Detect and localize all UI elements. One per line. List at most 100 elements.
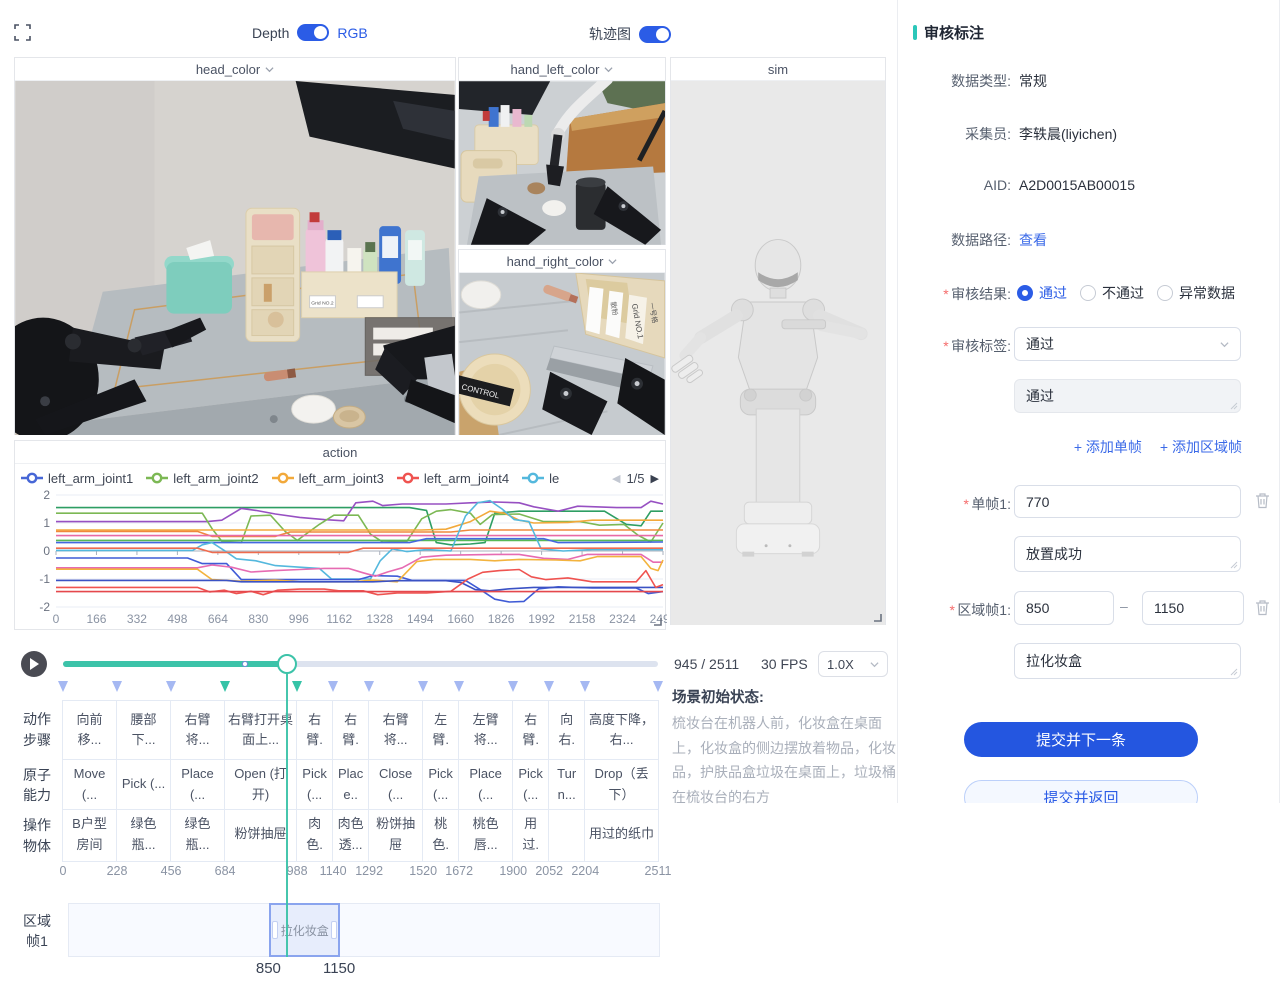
step-marker[interactable] [328, 681, 338, 692]
region-frame-track[interactable]: 拉化妆盒 [68, 903, 660, 957]
x-tick-label: 664 [208, 612, 228, 626]
submit-and-next-button[interactable]: 提交并下一条 [964, 722, 1198, 757]
current-frame: 945 [674, 656, 697, 672]
legend-item[interactable]: left_arm_joint2 [146, 471, 258, 486]
single-frame-input[interactable] [1014, 485, 1241, 518]
row-label-objects: 操作物体 [18, 811, 56, 860]
review-tag-note-textarea[interactable]: 通过 [1014, 379, 1241, 413]
total-frames: 2511 [709, 656, 739, 672]
textarea-resize-icon[interactable] [1230, 402, 1238, 410]
region-frame-label: *区域帧1: [898, 600, 1011, 620]
action-line-chart: 210-1-2016633249866483099611621328149416… [15, 489, 667, 629]
hand-right-camera-selector[interactable]: hand_right_color [459, 250, 665, 273]
object-cell: 桃色唇... [459, 810, 512, 859]
legend-label: left_arm_joint1 [48, 471, 133, 486]
add-frame-links: + 添加单帧 + 添加区域帧 [1014, 437, 1242, 457]
step-marker[interactable] [418, 681, 428, 692]
atomic-skill-cell: Drop（丢下） [585, 760, 658, 810]
playback-slider[interactable] [63, 657, 658, 671]
scene-initial-state: 场景初始状态: 梳妆台在机器人前，化妆盒在桌面上，化妆盒的侧边摆放着物品，化妆品… [672, 686, 896, 809]
slider-handle[interactable] [277, 654, 297, 674]
row-label-action-steps: 动作步骤 [18, 700, 56, 759]
legend-pager: ◀ 1/5 ▶ [612, 471, 659, 486]
legend-item[interactable]: le [522, 471, 559, 486]
x-tick-label: 332 [127, 612, 147, 626]
x-tick-label: 0 [53, 612, 60, 626]
step-marker-active[interactable] [220, 681, 230, 692]
hand-right-camera-image: Grid NO.1 散粉 一号格 CONTROL [459, 273, 665, 435]
aid-value: A2D0015AB00015 [1019, 177, 1135, 193]
textarea-resize-icon[interactable] [1230, 561, 1238, 569]
legend-item[interactable]: left_arm_joint4 [397, 471, 509, 486]
step-marker[interactable] [364, 681, 374, 692]
play-button[interactable] [21, 651, 47, 677]
step-column: 向前移...Move (...B户型房间 [63, 701, 117, 861]
step-marker[interactable] [653, 681, 663, 692]
step-marker[interactable] [58, 681, 68, 692]
head-camera-title: head_color [196, 62, 260, 77]
review-result-radio-异常数据[interactable]: 异常数据 [1157, 283, 1235, 303]
legend-marker-icon [272, 472, 294, 484]
title-accent-bar [913, 25, 917, 40]
region-frame-note-textarea[interactable]: 拉化妆盒 [1014, 643, 1241, 679]
x-tick-label: 2324 [609, 612, 636, 626]
atomic-skill-cell: Turn... [549, 760, 584, 810]
fullscreen-icon[interactable] [14, 24, 31, 41]
step-marker[interactable] [454, 681, 464, 692]
legend-prev-icon[interactable]: ◀ [612, 472, 620, 485]
step-name-cell: 右臂. [513, 701, 548, 760]
frame-axis: 0228456684988114012921520167219002052220… [63, 864, 673, 880]
step-marker[interactable] [112, 681, 122, 692]
hand-right-camera-panel: hand_right_color Grid NO.1 散粉 一号格 [458, 249, 666, 435]
speed-select[interactable]: 1.0X [818, 651, 888, 677]
region-left-handle[interactable] [272, 921, 278, 939]
review-tag-select[interactable]: 通过 [1014, 327, 1241, 361]
data-path-view-link[interactable]: 查看 [1019, 230, 1047, 250]
delete-region-frame-icon[interactable] [1255, 599, 1270, 616]
step-marker[interactable] [508, 681, 518, 692]
sim-panel: sim [670, 57, 886, 625]
resize-corner-icon[interactable] [653, 617, 662, 626]
trajectory-toggle[interactable] [639, 26, 671, 43]
x-tick-label: 2158 [569, 612, 596, 626]
single-frame-label: *单帧1: [898, 494, 1011, 514]
legend-page-indicator: 1/5 [626, 471, 644, 486]
y-tick-label: 1 [43, 516, 50, 530]
region-frame-block[interactable]: 拉化妆盒 [269, 903, 340, 957]
hand-left-camera-selector[interactable]: hand_left_color [459, 58, 665, 81]
submit-and-return-button[interactable]: 提交并返回 [964, 780, 1198, 803]
x-tick-label: 1826 [488, 612, 515, 626]
annotation-review-app: Depth RGB 轨迹图 head_color [0, 0, 1280, 987]
single-frame-note-textarea[interactable]: 放置成功 [1014, 536, 1241, 572]
legend-item[interactable]: left_arm_joint1 [21, 471, 133, 486]
step-marker[interactable] [166, 681, 176, 692]
review-result-radio-通过[interactable]: 通过 [1017, 283, 1067, 303]
x-tick-label: 1660 [447, 612, 474, 626]
collector-value: 李轶晨(liyichen) [1019, 124, 1117, 144]
add-region-frame-link[interactable]: + 添加区域帧 [1160, 437, 1242, 457]
panel-title: 审核标注 [913, 22, 984, 43]
step-column: 右臂将...Close (...粉饼抽屉 [369, 701, 423, 861]
review-result-radio-不通过[interactable]: 不通过 [1080, 283, 1144, 303]
step-marker-active[interactable] [292, 681, 302, 692]
resize-corner-icon[interactable] [873, 613, 882, 622]
head-camera-selector[interactable]: head_color [15, 58, 455, 81]
region-end-label: 1150 [315, 960, 363, 977]
region-start-input[interactable] [1014, 591, 1114, 625]
depth-rgb-toggle[interactable] [297, 24, 329, 41]
atomic-skill-cell: Pick (... [513, 760, 548, 810]
legend-next-icon[interactable]: ▶ [651, 472, 659, 485]
region-end-input[interactable] [1142, 591, 1244, 625]
object-cell: 粉饼抽屉 [369, 810, 422, 859]
atomic-skill-cell: Close (... [369, 760, 422, 810]
textarea-resize-icon[interactable] [1230, 668, 1238, 676]
hand-left-camera-panel: hand_left_color [458, 57, 666, 245]
step-column: 右臂.Place..肉色透... [333, 701, 369, 861]
region-frame-row-label: 区域帧1 [18, 903, 56, 959]
legend-item[interactable]: left_arm_joint3 [272, 471, 384, 486]
step-marker[interactable] [544, 681, 554, 692]
region-right-handle[interactable] [331, 921, 337, 939]
step-marker[interactable] [580, 681, 590, 692]
delete-single-frame-icon[interactable] [1255, 492, 1270, 509]
add-single-frame-link[interactable]: + 添加单帧 [1074, 437, 1142, 457]
